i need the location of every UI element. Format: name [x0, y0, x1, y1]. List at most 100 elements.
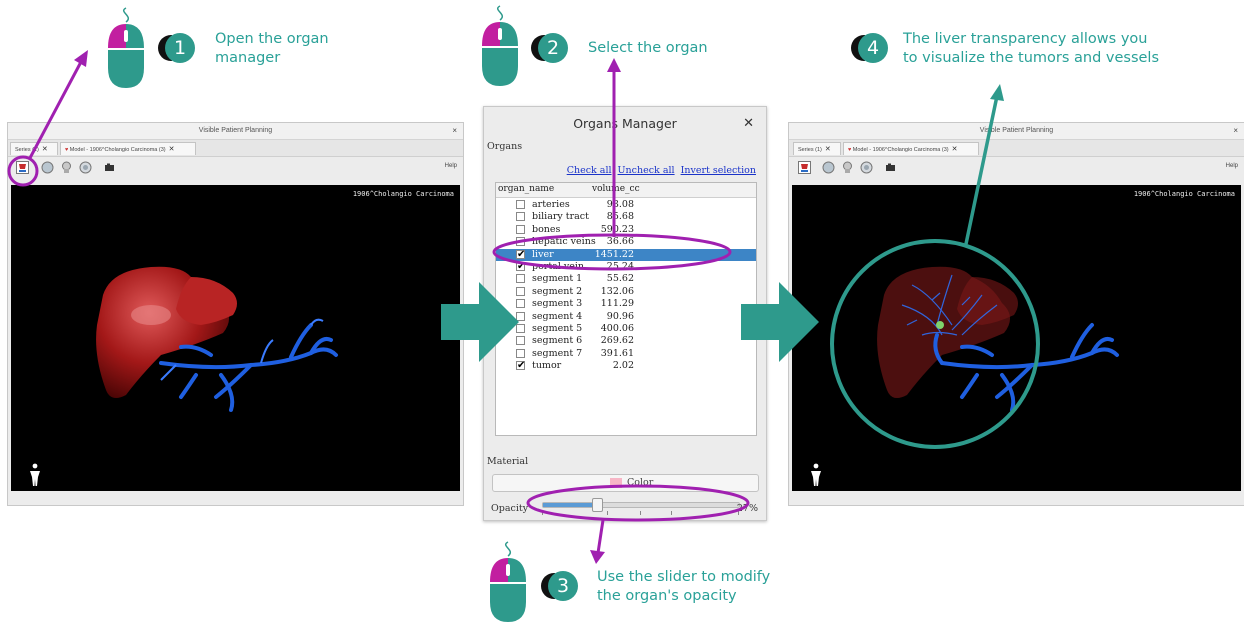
- organ-volume: 269.62: [600, 335, 634, 347]
- organ-row[interactable]: ✔ liver 1451.22: [496, 248, 756, 261]
- head-3d-icon[interactable]: [860, 161, 873, 174]
- step-1-text: Open the organ manager: [215, 31, 329, 66]
- organ-volume: 90.96: [606, 310, 634, 322]
- organ-row[interactable]: ✔ portal vein 25.24: [496, 261, 756, 273]
- tab-model[interactable]: ♥ Model - 1906^Cholangio Carcinoma (3) ✕: [843, 142, 979, 155]
- liver-tab-icon: ♥: [65, 147, 69, 153]
- step-2-badge: 2: [531, 33, 568, 63]
- close-tab-icon[interactable]: ✕: [825, 146, 831, 153]
- organ-volume: 1451.22: [594, 248, 634, 260]
- organ-row[interactable]: segment 3 111.29: [496, 298, 756, 310]
- camera-icon[interactable]: [103, 161, 116, 174]
- organ-checkbox[interactable]: ✔: [516, 262, 525, 272]
- head-3d-icon[interactable]: [79, 161, 92, 174]
- mouse-icon-step1: [104, 6, 148, 90]
- organ-volume: 36.66: [606, 236, 634, 248]
- organ-checkbox[interactable]: ✔: [516, 249, 525, 259]
- toolbar: Help: [8, 157, 463, 179]
- close-icon[interactable]: ×: [1233, 123, 1238, 139]
- slider-handle[interactable]: [591, 498, 603, 512]
- 3d-viewport[interactable]: 1906^Cholangio Carcinoma: [792, 185, 1241, 491]
- close-icon[interactable]: ×: [452, 123, 457, 139]
- organ-name: portal vein: [532, 261, 585, 272]
- camera-icon[interactable]: [884, 161, 897, 174]
- help-menu[interactable]: Help: [445, 163, 457, 169]
- organs-manager-dialog: Organs Manager ✕ Organs Check all Uncheck…: [483, 106, 767, 521]
- mouse-icon-step3: [486, 540, 530, 624]
- color-swatch: [610, 478, 622, 488]
- transparent-liver-3d-model: [877, 266, 1119, 412]
- organ-name: segment 4: [532, 310, 583, 322]
- slider-fill: [543, 503, 596, 507]
- step-3-badge: 3: [541, 571, 578, 601]
- organ-row[interactable]: segment 2 132.06: [496, 286, 756, 298]
- organ-checkbox[interactable]: [516, 212, 525, 222]
- window-title: Visible Patient Planning ×: [789, 123, 1244, 140]
- column-organ-name[interactable]: organ_name: [498, 184, 554, 194]
- organ-checkbox[interactable]: ✔: [516, 361, 525, 371]
- organ-name: segment 6: [532, 335, 583, 347]
- organ-name: arteries: [532, 199, 570, 210]
- mouse-icon-step2: [478, 4, 522, 88]
- close-tab-icon[interactable]: ✕: [42, 146, 48, 153]
- organ-row[interactable]: arteries 93.08: [496, 199, 756, 211]
- organ-row[interactable]: bones 590.23: [496, 224, 756, 236]
- organ-row[interactable]: ✔ tumor 2.02: [496, 360, 756, 372]
- opacity-slider[interactable]: [542, 498, 740, 512]
- organ-row[interactable]: segment 6 269.62: [496, 335, 756, 347]
- step-2-text: Select the organ: [588, 40, 708, 56]
- color-button-label: Color: [627, 477, 654, 488]
- sphere-icon[interactable]: [822, 161, 835, 174]
- organ-checkbox[interactable]: [516, 237, 525, 247]
- organs-manager-icon[interactable]: [798, 161, 811, 174]
- organ-volume: 590.23: [600, 223, 634, 235]
- organ-volume: 85.68: [606, 211, 634, 223]
- check-all-link[interactable]: Check all: [567, 165, 612, 176]
- sphere-icon[interactable]: [41, 161, 54, 174]
- organ-name: segment 2: [532, 285, 583, 297]
- close-icon[interactable]: ✕: [743, 107, 754, 140]
- organ-name: biliary tract: [532, 211, 589, 223]
- organs-manager-icon[interactable]: [16, 161, 29, 174]
- organs-table: organ_name volume_cc arteries 93.08 biliar…: [495, 182, 757, 436]
- close-tab-icon[interactable]: ✕: [952, 146, 958, 153]
- step-1-badge: 1: [158, 33, 195, 63]
- window-title: Visible Patient Planning ×: [8, 123, 463, 140]
- organ-row[interactable]: hepatic veins 36.66: [496, 236, 756, 248]
- step-4-text: The liver transparency allows you to visu…: [903, 31, 1160, 66]
- head-icon[interactable]: [841, 161, 854, 174]
- organ-checkbox[interactable]: [516, 200, 525, 209]
- selection-links: Check all Uncheck all Invert selection: [561, 165, 756, 176]
- organ-row[interactable]: segment 7 391.61: [496, 348, 756, 360]
- flow-arrow-right-2: [741, 282, 819, 362]
- organ-row[interactable]: segment 5 400.06: [496, 323, 756, 335]
- pointer-head-step1: [74, 50, 88, 67]
- flow-arrow-right-1: [441, 282, 519, 362]
- organ-row[interactable]: biliary tract 85.68: [496, 211, 756, 223]
- 3d-viewport[interactable]: 1906^Cholangio Carcinoma: [11, 185, 460, 491]
- step-4-badge: 4: [851, 33, 888, 63]
- organ-row[interactable]: segment 1 55.62: [496, 273, 756, 285]
- help-menu[interactable]: Help: [1226, 163, 1238, 169]
- color-button[interactable]: Color: [492, 474, 759, 492]
- uncheck-all-link[interactable]: Uncheck all: [618, 165, 675, 176]
- organ-checkbox[interactable]: [516, 224, 525, 234]
- organ-row[interactable]: segment 4 90.96: [496, 311, 756, 323]
- organ-volume: 391.61: [600, 347, 634, 359]
- right-app-window: Visible Patient Planning × Series (1) ✕ ♥…: [788, 122, 1244, 506]
- organ-volume: 93.08: [606, 199, 634, 210]
- pointer-head-step3: [590, 550, 605, 564]
- head-icon[interactable]: [60, 161, 73, 174]
- tab-series[interactable]: Series (1) ✕: [793, 142, 841, 155]
- material-label: Material: [487, 456, 529, 467]
- pointer-line-step3: [596, 519, 605, 554]
- liver-3d-model: [96, 266, 338, 412]
- column-volume[interactable]: volume_cc: [592, 184, 640, 194]
- close-tab-icon[interactable]: ✕: [169, 146, 175, 153]
- body-orientation-icon: [30, 463, 40, 486]
- organ-name: segment 5: [532, 323, 583, 334]
- invert-selection-link[interactable]: Invert selection: [681, 165, 756, 176]
- tab-series[interactable]: Series (1) ✕: [10, 142, 58, 155]
- tab-model[interactable]: ♥ Model - 1906^Cholangio Carcinoma (3) ✕: [60, 142, 196, 155]
- organs-section-label: Organs: [487, 141, 523, 152]
